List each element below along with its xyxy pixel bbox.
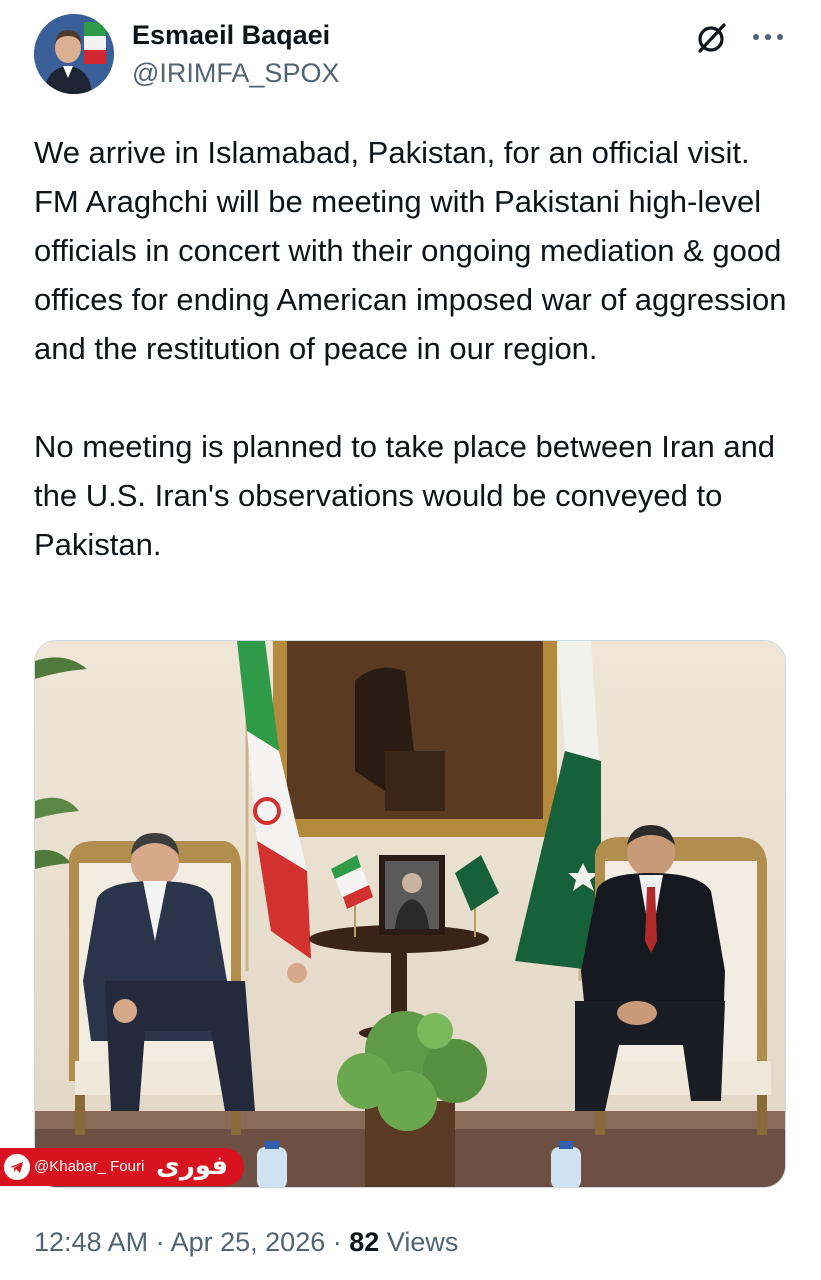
- tweet-time[interactable]: 12:48 AM: [34, 1227, 148, 1257]
- tweet-photo[interactable]: [34, 640, 786, 1188]
- watermark-handle: @Khabar_ Fouri: [34, 1158, 145, 1175]
- telegram-icon: [4, 1154, 30, 1180]
- author-handle[interactable]: @IRIMFA_SPOX: [132, 56, 339, 90]
- tweet-date[interactable]: Apr 25, 2026: [171, 1227, 326, 1257]
- avatar[interactable]: [34, 14, 114, 94]
- watermark-banner: @Khabar_ Fouri فوری: [0, 1148, 244, 1186]
- tweet-text: We arrive in Islamabad, Pakistan, for an…: [34, 128, 794, 569]
- tweet-meta: 12:48 AM · Apr 25, 2026 · 82 Views: [34, 1222, 458, 1262]
- author-names: Esmaeil Baqaei @IRIMFA_SPOX: [132, 18, 339, 90]
- views-count[interactable]: 82: [349, 1227, 379, 1257]
- more-dots-icon[interactable]: [748, 22, 788, 52]
- tweet-paragraph-1: We arrive in Islamabad, Pakistan, for an…: [34, 135, 787, 366]
- author-display-name[interactable]: Esmaeil Baqaei: [132, 18, 339, 52]
- meeting-photo: [35, 641, 785, 1187]
- tweet-header: Esmaeil Baqaei @IRIMFA_SPOX: [0, 0, 821, 110]
- meta-separator-1: ·: [155, 1227, 165, 1257]
- watermark-logo: فوری: [156, 1151, 229, 1181]
- views-label: Views: [386, 1227, 459, 1257]
- tweet-paragraph-2: No meeting is planned to take place betw…: [34, 429, 776, 562]
- meta-separator-2: ·: [332, 1227, 342, 1257]
- avatar-image: [34, 14, 114, 94]
- grok-icon[interactable]: [694, 20, 730, 56]
